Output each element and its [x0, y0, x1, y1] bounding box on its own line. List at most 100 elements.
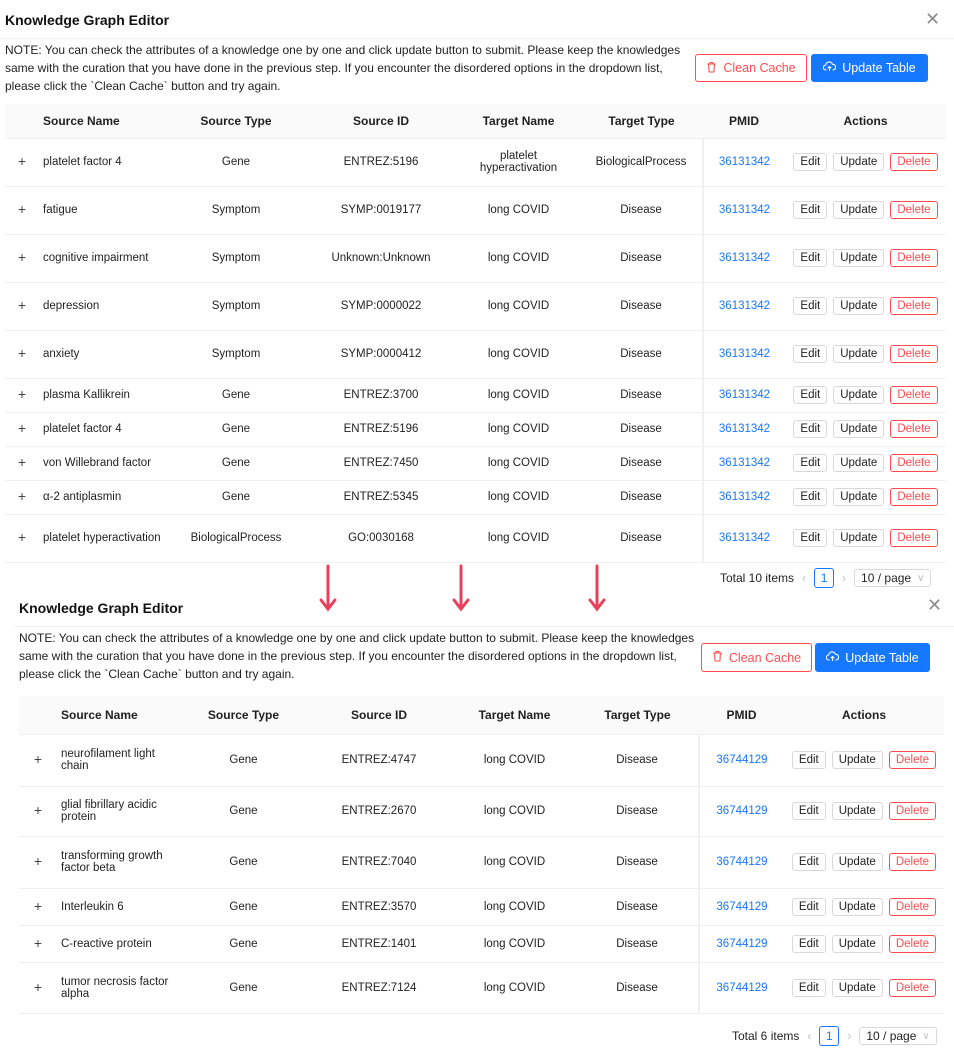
edit-button[interactable]: Edit	[791, 934, 826, 953]
pmid-link[interactable]: 36744129	[716, 982, 767, 994]
edit-button[interactable]: Edit	[793, 386, 828, 404]
update-button[interactable]: Update	[833, 488, 885, 506]
delete-button[interactable]: Delete	[890, 249, 938, 267]
edit-button[interactable]: Edit	[793, 249, 828, 267]
expand-row-icon[interactable]: +	[31, 936, 45, 951]
edit-button[interactable]: Edit	[793, 529, 828, 547]
page-1-button[interactable]: 1	[814, 568, 835, 588]
update-button[interactable]: Update	[833, 201, 885, 219]
expand-row-icon[interactable]: +	[31, 899, 45, 914]
update-button[interactable]: Update	[831, 978, 883, 997]
edit-button[interactable]: Edit	[793, 153, 828, 171]
pmid-link[interactable]: 36131342	[719, 389, 770, 401]
update-button[interactable]: Update	[831, 802, 883, 820]
delete-button[interactable]: Delete	[890, 153, 938, 171]
bottom-update-table-button[interactable]: Update Table	[815, 643, 930, 672]
delete-button[interactable]: Delete	[890, 345, 938, 363]
pmid-link[interactable]: 36131342	[719, 532, 770, 544]
page-size-select[interactable]: 10 / page ∨	[859, 1027, 937, 1045]
update-button[interactable]: Update	[833, 249, 885, 267]
expand-row-icon[interactable]: +	[31, 980, 45, 995]
prev-page-icon[interactable]: ‹	[807, 1029, 811, 1043]
expand-row-icon[interactable]: +	[15, 250, 29, 265]
prev-page-icon[interactable]: ‹	[802, 571, 806, 585]
edit-button[interactable]: Edit	[793, 420, 828, 438]
pmid-link[interactable]: 36744129	[716, 805, 767, 817]
update-button[interactable]: Update	[833, 454, 885, 472]
expand-row-icon[interactable]: +	[15, 455, 29, 470]
delete-button[interactable]: Delete	[890, 488, 938, 506]
delete-button[interactable]: Delete	[888, 802, 937, 820]
update-button[interactable]: Update	[833, 153, 885, 171]
edit-button[interactable]: Edit	[793, 297, 828, 315]
update-button[interactable]: Update	[831, 934, 883, 953]
bottom-clean-cache-button[interactable]: Clean Cache	[701, 643, 812, 672]
top-clean-cache-button[interactable]: Clean Cache	[695, 54, 807, 82]
update-button[interactable]: Update	[831, 853, 883, 871]
pmid-link[interactable]: 36131342	[719, 204, 770, 216]
pmid-link[interactable]: 36131342	[719, 423, 770, 435]
expand-row-icon[interactable]: +	[31, 854, 45, 869]
update-button[interactable]: Update	[833, 386, 885, 404]
edit-button[interactable]: Edit	[791, 751, 826, 769]
update-button[interactable]: Update	[831, 751, 883, 769]
edit-button[interactable]: Edit	[791, 853, 826, 871]
delete-button[interactable]: Delete	[890, 386, 938, 404]
expand-row-icon[interactable]: +	[15, 421, 29, 436]
pmid-link[interactable]: 36744129	[716, 754, 767, 766]
cell-source-id: ENTREZ:1401	[305, 925, 453, 963]
next-page-icon[interactable]: ›	[847, 1029, 851, 1043]
expand-row-icon[interactable]: +	[15, 489, 29, 504]
pmid-link[interactable]: 36131342	[719, 300, 770, 312]
edit-button[interactable]: Edit	[791, 802, 826, 820]
pmid-link[interactable]: 36131342	[719, 156, 770, 168]
bottom-close-icon[interactable]: ✕	[927, 596, 942, 614]
page-size-select[interactable]: 10 / page ∨	[854, 569, 932, 587]
delete-button[interactable]: Delete	[888, 853, 937, 871]
pmid-link[interactable]: 36744129	[716, 856, 767, 868]
expand-row-icon[interactable]: +	[15, 346, 29, 361]
cell-target-type: Disease	[580, 378, 703, 413]
next-page-icon[interactable]: ›	[842, 571, 846, 585]
edit-button[interactable]: Edit	[793, 488, 828, 506]
edit-button[interactable]: Edit	[793, 345, 828, 363]
edit-button[interactable]: Edit	[793, 201, 828, 219]
delete-button[interactable]: Delete	[890, 297, 938, 315]
pmid-link[interactable]: 36131342	[719, 348, 770, 360]
delete-button[interactable]: Delete	[890, 454, 938, 472]
expand-row-icon[interactable]: +	[15, 154, 29, 169]
delete-button[interactable]: Delete	[888, 978, 937, 997]
update-button[interactable]: Update	[833, 297, 885, 315]
expand-row-icon[interactable]: +	[15, 387, 29, 402]
top-update-table-button[interactable]: Update Table	[811, 54, 928, 82]
pmid-link[interactable]: 36744129	[716, 938, 767, 950]
top-close-icon[interactable]: ✕	[925, 10, 940, 28]
pmid-link[interactable]: 36131342	[719, 457, 770, 469]
edit-button[interactable]: Edit	[793, 454, 828, 472]
delete-button[interactable]: Delete	[890, 201, 938, 219]
cell-source-name: tumor necrosis factor alpha	[57, 962, 182, 1014]
pmid-link[interactable]: 36744129	[716, 901, 767, 913]
delete-button[interactable]: Delete	[890, 420, 938, 438]
expand-row-icon[interactable]: +	[15, 298, 29, 313]
column-target-type: Target Type	[576, 696, 699, 735]
delete-button[interactable]: Delete	[888, 934, 937, 953]
update-button[interactable]: Update	[833, 345, 885, 363]
cell-source-name: plasma Kallikrein	[39, 378, 167, 413]
expand-row-icon[interactable]: +	[31, 803, 45, 818]
edit-button[interactable]: Edit	[791, 978, 826, 997]
pmid-link[interactable]: 36131342	[719, 252, 770, 264]
expand-row-icon[interactable]: +	[15, 530, 29, 545]
update-button[interactable]: Update	[831, 897, 883, 916]
pmid-link[interactable]: 36131342	[719, 491, 770, 503]
update-button[interactable]: Update	[833, 529, 885, 547]
expand-row-icon[interactable]: +	[31, 752, 45, 767]
delete-button[interactable]: Delete	[888, 897, 937, 916]
delete-button[interactable]: Delete	[890, 529, 938, 547]
update-button[interactable]: Update	[833, 420, 885, 438]
cell-source-id: ENTREZ:5345	[305, 480, 457, 515]
expand-row-icon[interactable]: +	[15, 202, 29, 217]
delete-button[interactable]: Delete	[888, 751, 937, 769]
edit-button[interactable]: Edit	[791, 897, 826, 916]
page-1-button[interactable]: 1	[819, 1026, 840, 1046]
